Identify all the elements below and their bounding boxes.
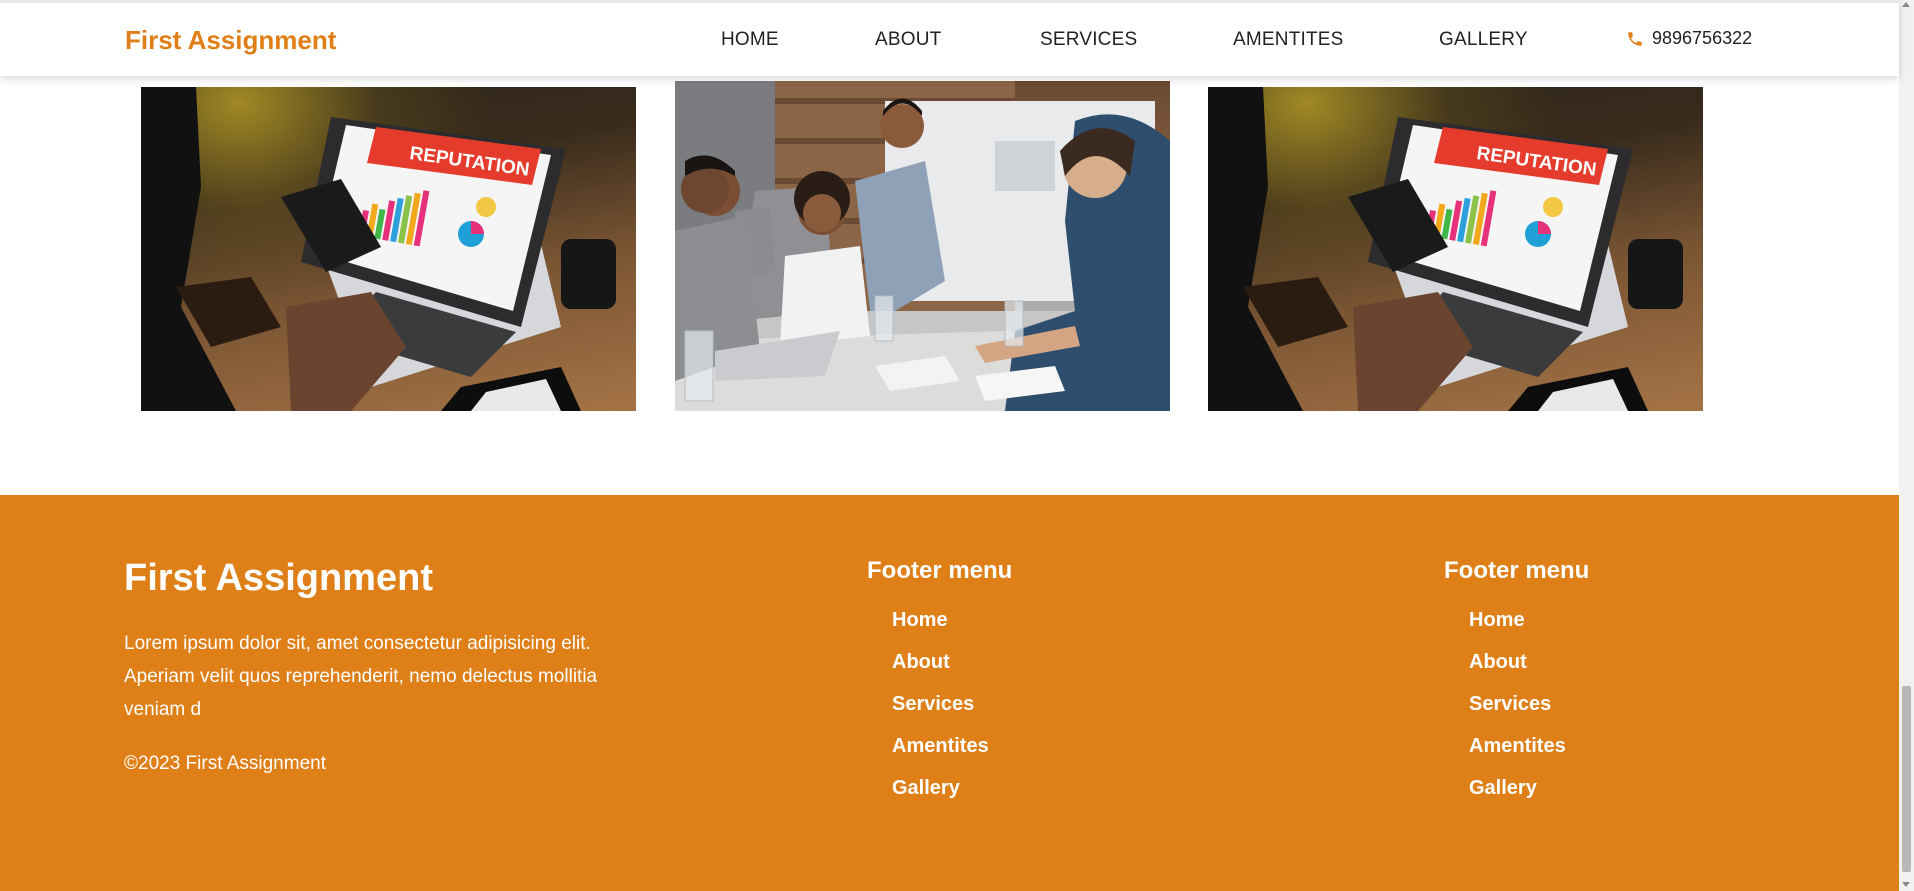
footer-menu-heading: Footer menu bbox=[1444, 557, 1590, 584]
page-scrollbar[interactable] bbox=[1899, 0, 1914, 891]
footer-brand-title: First Assignment bbox=[124, 557, 433, 599]
footer-link-gallery[interactable]: Gallery bbox=[892, 777, 960, 799]
site-footer: First Assignment Lorem ipsum dolor sit, … bbox=[0, 495, 1899, 891]
footer-description: Lorem ipsum dolor sit, amet consectetur … bbox=[124, 633, 598, 720]
top-navbar: First Assignment HOME ABOUT SERVICES AME… bbox=[0, 0, 1899, 76]
nav-gallery-link[interactable]: GALLERY bbox=[1439, 29, 1528, 51]
nav-about-link[interactable]: ABOUT bbox=[875, 29, 941, 51]
nav-home-link[interactable]: HOME bbox=[721, 29, 779, 51]
scroll-up-arrow-icon[interactable] bbox=[1902, 2, 1910, 7]
footer-menu-1: Footer menu Home About Services Amentite… bbox=[867, 557, 1012, 819]
gallery-image-meeting bbox=[675, 81, 1170, 411]
scrollbar-thumb[interactable] bbox=[1902, 686, 1911, 872]
footer-menu-heading: Footer menu bbox=[867, 557, 1013, 584]
phone-contact[interactable]: 9896756322 bbox=[1626, 28, 1752, 49]
scroll-down-arrow-icon[interactable] bbox=[1902, 882, 1910, 887]
gallery-image-laptop-2: REPUTATION bbox=[1208, 87, 1703, 411]
nav-services-link[interactable]: SERVICES bbox=[1040, 29, 1137, 51]
footer-link-gallery[interactable]: Gallery bbox=[1469, 777, 1537, 799]
brand-logo-link[interactable]: First Assignment bbox=[125, 25, 336, 56]
footer-link-about[interactable]: About bbox=[1469, 651, 1527, 673]
gallery-image-laptop-1: REPUTATION bbox=[141, 87, 636, 411]
footer-copyright: ©2023 First Assignment bbox=[124, 753, 326, 774]
phone-number: 9896756322 bbox=[1652, 28, 1753, 48]
footer-link-amentites[interactable]: Amentites bbox=[1469, 735, 1566, 757]
footer-menu-2: Footer menu Home About Services Amentite… bbox=[1444, 557, 1589, 819]
footer-link-services[interactable]: Services bbox=[892, 693, 974, 715]
phone-icon bbox=[1628, 31, 1642, 46]
footer-link-home[interactable]: Home bbox=[1469, 609, 1525, 631]
footer-link-amentites[interactable]: Amentites bbox=[892, 735, 989, 757]
footer-link-about[interactable]: About bbox=[892, 651, 950, 673]
footer-link-home[interactable]: Home bbox=[892, 609, 948, 631]
footer-link-services[interactable]: Services bbox=[1469, 693, 1551, 715]
nav-amentites-link[interactable]: AMENTITES bbox=[1233, 29, 1344, 51]
